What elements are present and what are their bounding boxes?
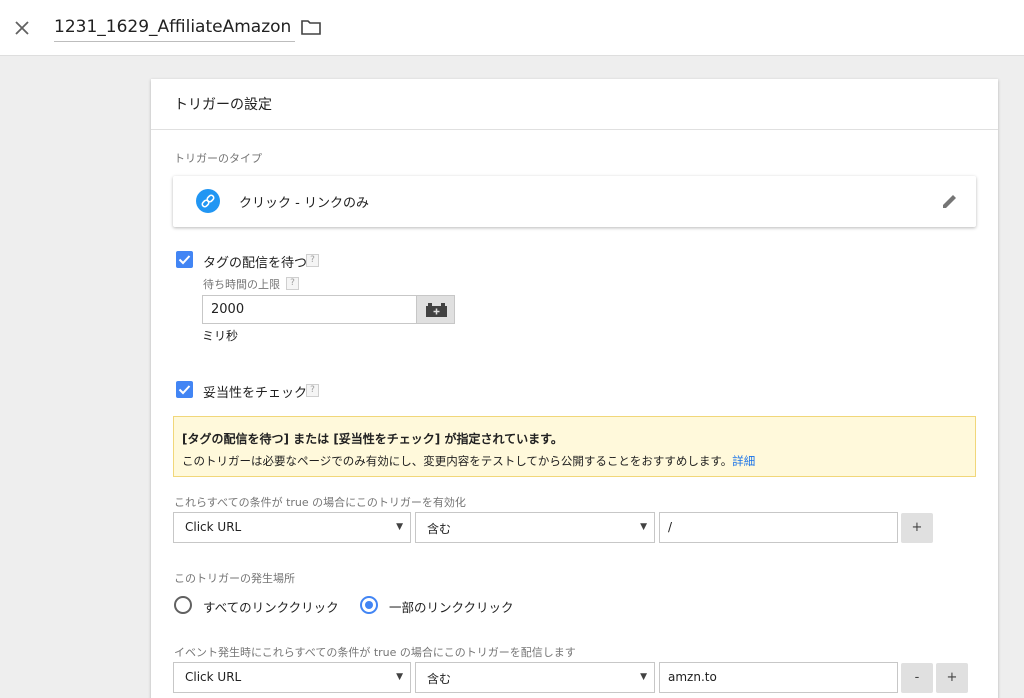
- card-header: トリガーの設定: [151, 79, 998, 130]
- dropdown-arrow-icon: ▼: [396, 672, 403, 682]
- max-wait-input[interactable]: 2000: [202, 295, 417, 324]
- fire-operator-value: 含む: [427, 672, 452, 686]
- dropdown-arrow-icon: ▼: [640, 522, 647, 532]
- notice-text: このトリガーは必要なページでのみ有効にし、変更内容をテストしてから公開することを…: [182, 454, 733, 468]
- remove-condition-button[interactable]: -: [901, 663, 933, 693]
- fire-conditions-label: イベント発生時にこれらすべての条件が true の場合にこのトリガーを配信します: [174, 646, 576, 659]
- enable-value-input[interactable]: /: [659, 512, 898, 543]
- pencil-icon[interactable]: [939, 190, 961, 212]
- max-wait-label: 待ち時間の上限: [203, 278, 280, 291]
- radio-all-link-clicks-label: すべてのリンククリック: [203, 600, 339, 615]
- fire-operator-select[interactable]: 含む ▼: [415, 662, 655, 693]
- details-link[interactable]: 詳細: [732, 454, 755, 468]
- trigger-name-field[interactable]: 1231_1629_AffiliateAmazon: [54, 12, 296, 42]
- trigger-type-value: クリック - リンクのみ: [239, 196, 369, 211]
- enable-operator-value: 含む: [427, 522, 452, 536]
- notice-title: [タグの配信を待つ] または [妥当性をチェック] が指定されています。: [182, 432, 563, 446]
- folder-icon[interactable]: [300, 16, 322, 38]
- close-icon[interactable]: [10, 16, 34, 40]
- enable-variable-value: Click URL: [185, 520, 242, 534]
- unit-label: ミリ秒: [202, 329, 239, 343]
- help-icon[interactable]: ?: [306, 254, 319, 267]
- fire-variable-value: Click URL: [185, 670, 242, 684]
- trigger-type-label: トリガーのタイプ: [174, 152, 262, 165]
- check-validation-label: 妥当性をチェック: [203, 386, 308, 401]
- link-icon: [196, 189, 220, 213]
- enable-variable-select[interactable]: Click URL ▼: [173, 512, 411, 543]
- dropdown-arrow-icon: ▼: [396, 522, 403, 532]
- enable-operator-select[interactable]: 含む ▼: [415, 512, 655, 543]
- radio-some-link-clicks-label: 一部のリンククリック: [389, 600, 514, 615]
- wait-for-tags-checkbox[interactable]: [176, 251, 193, 268]
- enable-conditions-label: これらすべての条件が true の場合にこのトリガーを有効化: [174, 496, 466, 509]
- dropdown-arrow-icon: ▼: [640, 672, 647, 682]
- fire-on-label: このトリガーの発生場所: [174, 572, 295, 585]
- add-condition-button[interactable]: +: [936, 663, 968, 693]
- notice-body: このトリガーは必要なページでのみ有効にし、変更内容をテストしてから公開することを…: [182, 453, 755, 469]
- trigger-name: 1231_1629_AffiliateAmazon: [54, 17, 292, 37]
- wait-for-tags-label: タグの配信を待つ: [203, 256, 308, 271]
- radio-some-link-clicks[interactable]: [360, 596, 378, 614]
- top-bar: 1231_1629_AffiliateAmazon: [0, 0, 1024, 56]
- warning-notice: [タグの配信を待つ] または [妥当性をチェック] が指定されています。 このト…: [173, 416, 976, 477]
- trigger-type-selector[interactable]: クリック - リンクのみ: [173, 176, 976, 227]
- add-condition-button[interactable]: +: [901, 513, 933, 543]
- card-title: トリガーの設定: [174, 97, 272, 113]
- fire-value-input[interactable]: amzn.to: [659, 662, 898, 693]
- check-validation-checkbox[interactable]: [176, 381, 193, 398]
- help-icon[interactable]: ?: [286, 277, 299, 290]
- trigger-config-card: トリガーの設定 トリガーのタイプ クリック - リンクのみ タグの配信を待つ ?…: [151, 79, 998, 698]
- variable-block-icon[interactable]: [416, 295, 455, 324]
- fire-variable-select[interactable]: Click URL ▼: [173, 662, 411, 693]
- help-icon[interactable]: ?: [306, 384, 319, 397]
- radio-all-link-clicks[interactable]: [174, 596, 192, 614]
